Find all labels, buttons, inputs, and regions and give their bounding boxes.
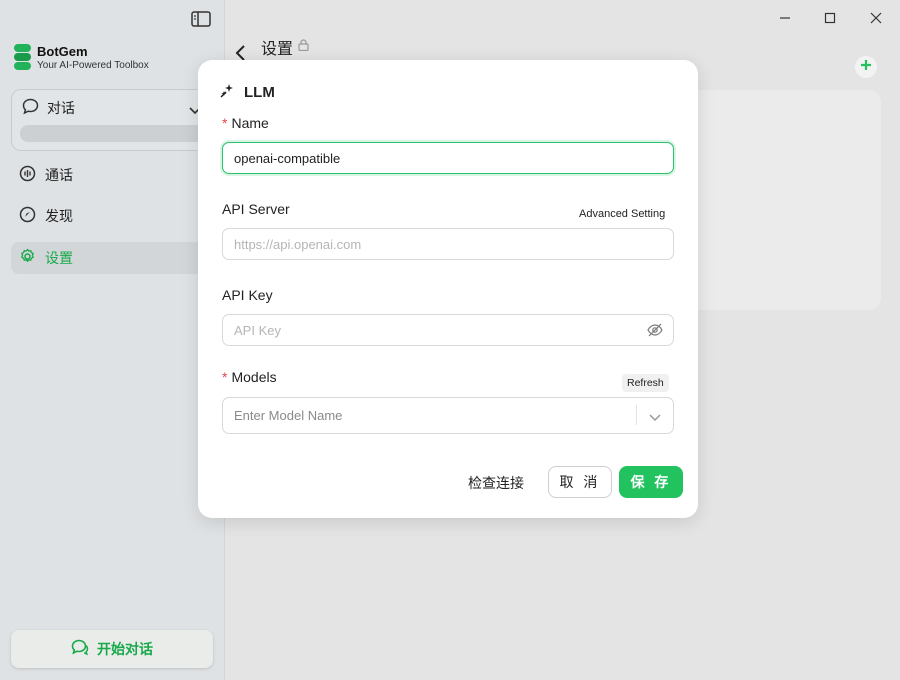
llm-modal: LLM * Name openai-compatible API Server A… <box>198 60 698 518</box>
sidebar-item-call[interactable]: 通话 <box>11 159 211 191</box>
chat-history-item[interactable] <box>20 125 212 142</box>
models-select[interactable]: Enter Model Name <box>222 397 674 434</box>
sidebar-toggle-icon[interactable] <box>191 11 211 27</box>
brand-tagline: Your AI-Powered Toolbox <box>37 60 149 71</box>
models-label: * Models <box>222 369 277 385</box>
name-label: * Name <box>222 115 269 131</box>
botgem-logo-icon <box>14 44 31 70</box>
sparkle-icon <box>220 83 244 102</box>
provider-card[interactable] <box>680 90 881 310</box>
api-key-label: API Key <box>222 287 273 303</box>
cancel-button[interactable]: 取 消 <box>548 466 612 498</box>
start-chat-button[interactable]: 开始对话 <box>11 630 213 668</box>
brand-name: BotGem <box>37 44 88 59</box>
modal-title: LLM <box>220 83 275 102</box>
close-icon[interactable] <box>867 9 885 27</box>
chat-bubble-icon <box>71 639 97 659</box>
page-title: 设置 <box>261 35 309 59</box>
sidebar-item-settings[interactable]: 设置 <box>11 242 211 274</box>
advanced-setting-link[interactable]: Advanced Setting <box>579 208 665 220</box>
compass-icon <box>19 206 45 226</box>
gear-icon <box>19 248 45 268</box>
sidebar-item-label: 通话 <box>45 167 73 183</box>
chat-section-label: 对话 <box>47 100 75 116</box>
modal-title-text: LLM <box>244 84 275 101</box>
start-chat-label: 开始对话 <box>97 641 153 657</box>
select-divider <box>636 405 637 425</box>
chat-section[interactable]: 对话 <box>11 89 212 151</box>
refresh-button[interactable]: Refresh <box>622 374 669 392</box>
eye-hidden-icon[interactable] <box>647 323 663 340</box>
voice-icon <box>19 165 45 185</box>
sidebar: BotGem Your AI-Powered Toolbox 对话 通话 发现 <box>0 0 225 680</box>
api-server-placeholder: https://api.openai.com <box>234 236 362 252</box>
api-server-label: API Server <box>222 201 290 217</box>
models-placeholder: Enter Model Name <box>234 408 343 423</box>
minimize-icon[interactable] <box>776 9 794 27</box>
api-key-input[interactable]: API Key <box>222 314 674 346</box>
sidebar-item-label: 发现 <box>45 208 73 224</box>
maximize-icon[interactable] <box>821 9 839 27</box>
sidebar-item-discover[interactable]: 发现 <box>11 200 211 232</box>
sidebar-item-label: 设置 <box>45 250 73 266</box>
chat-bubble-icon <box>22 98 47 118</box>
chat-section-header[interactable]: 对话 <box>22 98 75 118</box>
check-connection-button[interactable]: 检查连接 <box>468 473 524 493</box>
plus-icon <box>860 58 872 76</box>
chevron-down-icon[interactable] <box>649 410 661 425</box>
api-key-placeholder: API Key <box>234 322 281 338</box>
save-button[interactable]: 保 存 <box>619 466 683 498</box>
required-asterisk: * <box>222 115 228 131</box>
name-input-value: openai-compatible <box>234 150 341 166</box>
add-provider-button[interactable] <box>855 56 877 78</box>
name-input[interactable]: openai-compatible <box>222 142 674 174</box>
page-title-text: 设置 <box>261 41 294 58</box>
lock-icon <box>293 38 309 56</box>
brand: BotGem Your AI-Powered Toolbox <box>14 44 149 72</box>
api-server-input[interactable]: https://api.openai.com <box>222 228 674 260</box>
required-asterisk: * <box>222 369 228 385</box>
